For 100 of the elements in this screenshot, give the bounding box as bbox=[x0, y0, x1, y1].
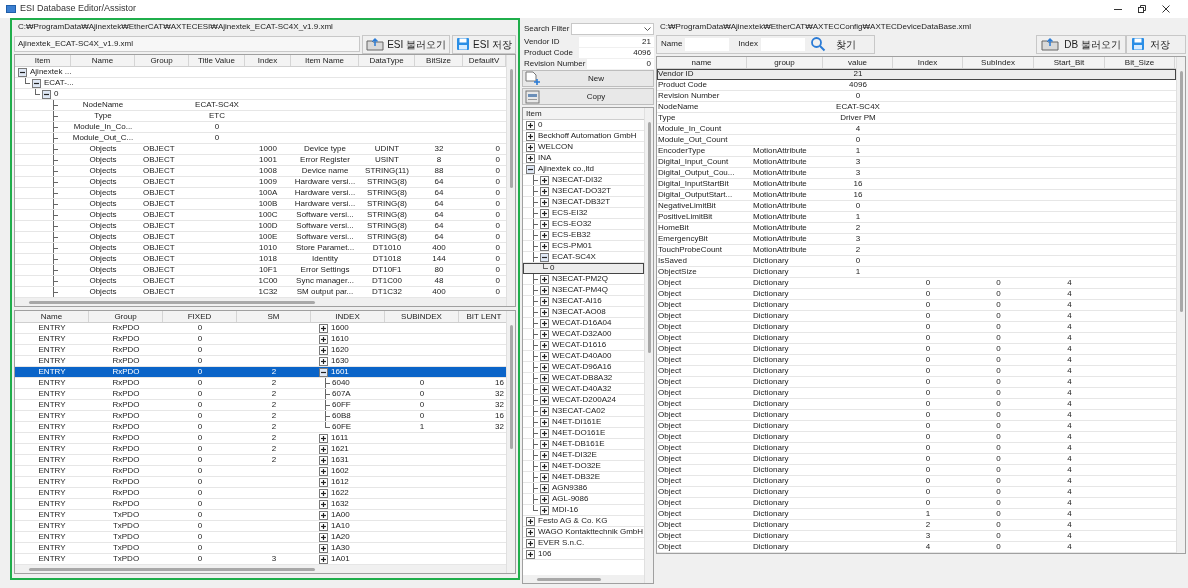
tree-item-label[interactable]: 60FF bbox=[332, 400, 351, 410]
tree-item-label[interactable]: 1A30 bbox=[331, 543, 350, 553]
tree-item-label[interactable]: 1632 bbox=[331, 499, 349, 509]
table-row[interactable]: ObjectSize Dictionary 1 bbox=[657, 267, 1176, 278]
horizontal-scrollbar[interactable] bbox=[523, 575, 644, 583]
tree-item[interactable]: WECAT-D1616 bbox=[523, 340, 644, 351]
column-header[interactable]: Name bbox=[71, 55, 135, 66]
table-row[interactable]: Object Dictionary 0 0 4 bbox=[657, 300, 1176, 311]
vertical-scrollbar[interactable] bbox=[1176, 57, 1185, 553]
table-row[interactable]: Product Code 4096 bbox=[657, 80, 1176, 91]
expand-icon[interactable] bbox=[526, 538, 535, 548]
table-row[interactable]: IsSaved Dictionary 0 bbox=[657, 256, 1176, 267]
expand-icon[interactable] bbox=[540, 373, 549, 383]
column-header[interactable]: Item bbox=[523, 108, 644, 120]
expand-icon[interactable] bbox=[540, 307, 549, 317]
column-header[interactable]: Title Value bbox=[189, 55, 245, 66]
tree-item[interactable]: ECS-EO32 bbox=[523, 219, 644, 230]
tree-item[interactable]: N4ET-DI32E bbox=[523, 450, 644, 461]
tree-item[interactable]: EVER S.n.C. bbox=[523, 538, 644, 549]
expand-icon[interactable] bbox=[540, 351, 549, 361]
tree-item-label[interactable]: 60B8 bbox=[332, 411, 351, 421]
tree-item[interactable]: WELCON bbox=[523, 142, 644, 153]
expand-icon[interactable] bbox=[540, 230, 549, 240]
table-row[interactable]: Module_In_Count 4 bbox=[657, 124, 1176, 135]
expand-icon[interactable] bbox=[540, 494, 549, 504]
expand-icon[interactable] bbox=[540, 450, 549, 460]
column-header[interactable]: value bbox=[823, 57, 893, 68]
expand-icon[interactable] bbox=[526, 142, 535, 152]
expand-icon[interactable] bbox=[319, 543, 328, 553]
table-row[interactable]: ENTRY RxPDO 0 1600 bbox=[15, 323, 506, 334]
tree-item-label[interactable]: 1612 bbox=[331, 477, 349, 487]
table-row[interactable]: Object Dictionary 0 0 4 bbox=[657, 465, 1176, 476]
table-row[interactable]: NegativeLimitBit MotionAttribute 0 bbox=[657, 201, 1176, 212]
table-row[interactable]: HomeBit MotionAttribute 2 bbox=[657, 223, 1176, 234]
table-row[interactable]: NodeName ECAT-SC4X bbox=[657, 102, 1176, 113]
tree-item-label[interactable]: 1602 bbox=[331, 466, 349, 476]
table-row[interactable]: ENTRY RxPDO 0 2 60FE 1 32 bbox=[15, 422, 506, 433]
tree-item[interactable]: N3ECAT-AI16 bbox=[523, 296, 644, 307]
tree-item[interactable]: AGN9386 bbox=[523, 483, 644, 494]
expand-icon[interactable] bbox=[540, 296, 549, 306]
tree-item-label[interactable]: 1A01 bbox=[331, 554, 350, 564]
button[interactable]: DB 불러오기 bbox=[1036, 34, 1126, 54]
tree-item[interactable]: MDI-16 bbox=[523, 505, 644, 516]
table-row[interactable]: Object Dictionary 3 0 4 bbox=[657, 531, 1176, 542]
expand-icon[interactable] bbox=[540, 274, 549, 284]
collapse-icon[interactable] bbox=[42, 89, 51, 99]
table-row[interactable]: ENTRY RxPDO 0 2 1621 bbox=[15, 444, 506, 455]
expand-icon[interactable] bbox=[319, 554, 328, 564]
expand-icon[interactable] bbox=[319, 345, 328, 355]
tree-item[interactable]: Ajinextek co.,ltd bbox=[523, 164, 644, 175]
table-row[interactable]: EncoderType MotionAttribute 1 bbox=[657, 146, 1176, 157]
table-row[interactable]: Object Dictionary 0 0 4 bbox=[657, 366, 1176, 377]
tree-item[interactable]: N3ECAT-DO32T bbox=[523, 186, 644, 197]
table-row[interactable]: Type Driver PM bbox=[657, 113, 1176, 124]
table-row[interactable]: Object Dictionary 0 0 4 bbox=[657, 278, 1176, 289]
expand-icon[interactable] bbox=[540, 329, 549, 339]
expand-icon[interactable] bbox=[540, 395, 549, 405]
input-field[interactable] bbox=[685, 37, 730, 51]
expand-icon[interactable] bbox=[319, 488, 328, 498]
table-row[interactable]: ENTRY RxPDO 0 2 60B8 0 16 bbox=[15, 411, 506, 422]
expand-icon[interactable] bbox=[319, 466, 328, 476]
tree-item[interactable]: N3ECAT-PM2Q bbox=[523, 274, 644, 285]
input-field[interactable] bbox=[760, 37, 805, 51]
tree-item[interactable]: N4ET-DB32E bbox=[523, 472, 644, 483]
tree-item[interactable]: N3ECAT-PM4Q bbox=[523, 285, 644, 296]
table-row[interactable]: Object Dictionary 0 0 4 bbox=[657, 322, 1176, 333]
tree-item[interactable]: ECS-EB32 bbox=[523, 230, 644, 241]
table-row[interactable]: Vendor ID 21 bbox=[657, 69, 1176, 80]
table-row[interactable]: Revision Number 0 bbox=[657, 91, 1176, 102]
expand-icon[interactable] bbox=[526, 131, 535, 141]
table-row[interactable]: ENTRY RxPDO 0 1602 bbox=[15, 466, 506, 477]
tree-item[interactable]: INA bbox=[523, 153, 644, 164]
tree-item[interactable]: ECS-EI32 bbox=[523, 208, 644, 219]
table-row[interactable]: ENTRY RxPDO 0 2 1601 bbox=[15, 367, 506, 378]
table-row[interactable]: ENTRY TxPDO 0 1A20 bbox=[15, 532, 506, 543]
table-row[interactable]: Digital_Output_Cou... MotionAttribute 3 bbox=[657, 168, 1176, 179]
expand-icon[interactable] bbox=[319, 477, 328, 487]
expand-icon[interactable] bbox=[540, 241, 549, 251]
column-header[interactable]: FIXED bbox=[163, 311, 237, 322]
expand-icon[interactable] bbox=[540, 384, 549, 394]
expand-icon[interactable] bbox=[319, 444, 328, 454]
tree-item[interactable]: WECAT-DB8A32 bbox=[523, 373, 644, 384]
column-header[interactable]: Start_Bit bbox=[1034, 57, 1105, 68]
expand-icon[interactable] bbox=[540, 186, 549, 196]
tree-item-label[interactable]: 1631 bbox=[331, 455, 349, 465]
table-row[interactable]: Object Dictionary 0 0 4 bbox=[657, 498, 1176, 509]
table-row[interactable]: Object Dictionary 0 0 4 bbox=[657, 487, 1176, 498]
expand-icon[interactable] bbox=[540, 505, 549, 515]
expand-icon[interactable] bbox=[540, 219, 549, 229]
tree-item-label[interactable]: 1621 bbox=[331, 444, 349, 454]
expand-icon[interactable] bbox=[526, 153, 535, 163]
tree-item[interactable]: Festo AG & Co. KG bbox=[523, 516, 644, 527]
expand-icon[interactable] bbox=[319, 499, 328, 509]
expand-icon[interactable] bbox=[526, 516, 535, 526]
table-row[interactable]: ENTRY RxPDO 0 2 1611 bbox=[15, 433, 506, 444]
column-header[interactable]: SubIndex bbox=[963, 57, 1034, 68]
table-row[interactable]: Digital_OutputStart... MotionAttribute 16 bbox=[657, 190, 1176, 201]
expand-icon[interactable] bbox=[319, 455, 328, 465]
tree-item-label[interactable]: 1610 bbox=[331, 334, 349, 344]
close-icon[interactable] bbox=[1162, 5, 1170, 13]
